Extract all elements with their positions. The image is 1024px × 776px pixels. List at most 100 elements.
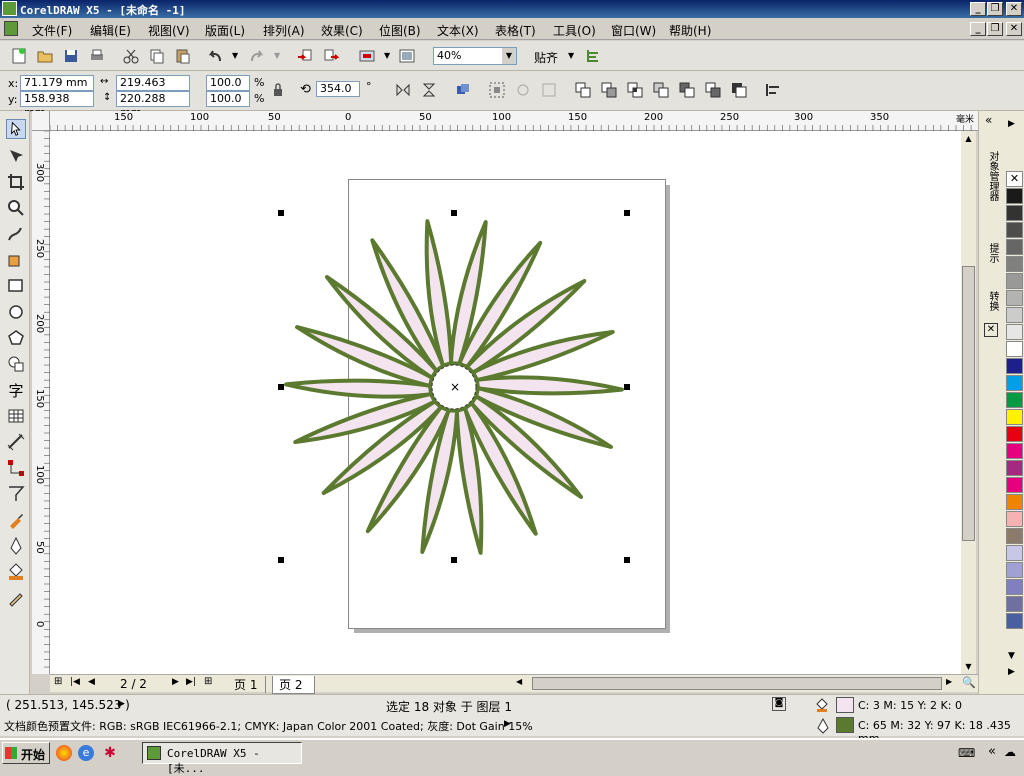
snapshot-icon[interactable]: ◙ <box>772 697 786 711</box>
insert-page-after-icon[interactable]: ⊞ <box>204 676 212 687</box>
palette-swatch[interactable] <box>1006 205 1023 221</box>
last-page-icon[interactable]: ▶| <box>186 677 196 687</box>
snap-to-button[interactable]: 贴齐 <box>534 49 558 66</box>
palette-swatch[interactable] <box>1006 562 1023 578</box>
petal[interactable] <box>284 378 434 399</box>
options-icon[interactable] <box>584 47 602 65</box>
palette-swatch[interactable] <box>1006 341 1023 357</box>
rotation-center-marker[interactable]: × <box>450 380 460 394</box>
ungroup-icon[interactable] <box>488 81 506 99</box>
import-icon[interactable] <box>296 47 314 65</box>
tray-expand-icon[interactable]: « <box>988 744 996 759</box>
undo-dropdown-icon[interactable]: ▼ <box>232 51 238 60</box>
selection-handle[interactable] <box>278 210 284 216</box>
redo-icon[interactable] <box>248 47 266 65</box>
combine-icon[interactable] <box>540 81 558 99</box>
selection-handle[interactable] <box>278 557 284 563</box>
horizontal-scroll-thumb[interactable] <box>532 677 942 690</box>
table-tool-icon[interactable] <box>6 406 26 426</box>
selection-handle[interactable] <box>451 557 457 563</box>
vertical-scrollbar[interactable]: ▲ ▼ <box>961 131 976 674</box>
palette-expand-icon[interactable]: ▶ <box>1008 667 1015 677</box>
welcome-screen-icon[interactable] <box>398 47 416 65</box>
palette-swatch[interactable] <box>1006 443 1023 459</box>
scroll-thumb[interactable] <box>962 266 975 541</box>
palette-swatch[interactable] <box>1006 392 1023 408</box>
menu-effects[interactable]: 效果(C) <box>321 22 363 39</box>
copy-icon[interactable] <box>148 47 166 65</box>
scroll-up-icon[interactable]: ▲ <box>961 131 976 146</box>
doc-close-button[interactable]: ✕ <box>1006 22 1022 36</box>
palette-swatch[interactable] <box>1006 613 1023 629</box>
insert-page-before-icon[interactable]: ⊞ <box>54 676 62 687</box>
fill-tool-icon[interactable] <box>6 562 26 582</box>
palette-swatch[interactable] <box>1006 494 1023 510</box>
outline-color-swatch[interactable] <box>836 717 854 733</box>
freehand-tool-icon[interactable] <box>6 224 26 244</box>
rotation-angle-field[interactable]: 354.0 <box>316 81 360 97</box>
pick-tool-icon[interactable] <box>6 119 26 139</box>
horizontal-ruler[interactable]: 150 100 50 0 50 100 150 200 250 300 350 … <box>50 111 978 131</box>
eyedropper-tool-icon[interactable] <box>6 510 26 530</box>
cut-icon[interactable] <box>122 47 140 65</box>
no-color-swatch[interactable]: ✕ <box>1006 171 1023 187</box>
menu-tools[interactable]: 工具(O) <box>553 22 596 39</box>
export-icon[interactable] <box>322 47 340 65</box>
dimension-tool-icon[interactable] <box>6 432 26 452</box>
mirror-horizontal-icon[interactable] <box>394 81 412 99</box>
zoom-tool-icon[interactable] <box>6 198 26 218</box>
selection-handle[interactable] <box>624 557 630 563</box>
scale-x-field[interactable]: 100.0 <box>206 75 250 91</box>
menu-file[interactable]: 文件(F) <box>32 22 72 39</box>
zoom-level-select[interactable]: 40% ▼ <box>433 47 517 65</box>
page-tab-1[interactable]: 页 1 <box>226 676 267 693</box>
ellipse-tool-icon[interactable] <box>6 302 26 322</box>
palette-swatch[interactable] <box>1006 545 1023 561</box>
snap-dropdown-icon[interactable]: ▼ <box>568 51 574 60</box>
docker-tab-object-manager[interactable]: 对象管理器 <box>985 151 1000 201</box>
menu-window[interactable]: 窗口(W) <box>611 22 656 39</box>
network-tray-icon[interactable]: ☁ <box>1004 745 1016 759</box>
app-quicklaunch-icon[interactable]: ✱ <box>102 745 118 761</box>
back-minus-front-icon[interactable] <box>704 81 722 99</box>
palette-swatch[interactable] <box>1006 358 1023 374</box>
close-button[interactable]: ✕ <box>1006 2 1022 16</box>
group-icon[interactable] <box>454 81 472 99</box>
fill-color-swatch[interactable] <box>836 697 854 713</box>
crop-tool-icon[interactable] <box>6 172 26 192</box>
ruler-corner[interactable] <box>32 111 50 131</box>
polygon-tool-icon[interactable] <box>6 328 26 348</box>
blend-tool-icon[interactable] <box>6 484 26 504</box>
trim-icon[interactable] <box>600 81 618 99</box>
launcher-dropdown-icon[interactable]: ▼ <box>384 51 390 60</box>
taskbar-task-coreldraw[interactable]: CorelDRAW X5 - [未... <box>142 742 302 775</box>
start-button[interactable]: 开始 <box>2 742 50 764</box>
petal[interactable] <box>474 375 624 396</box>
intersect-icon[interactable] <box>626 81 644 99</box>
docker-close-icon[interactable]: ✕ <box>984 323 998 337</box>
open-icon[interactable] <box>36 47 54 65</box>
menu-bitmaps[interactable]: 位图(B) <box>379 22 421 39</box>
paste-icon[interactable] <box>174 47 192 65</box>
palette-swatch[interactable] <box>1006 528 1023 544</box>
previous-page-icon[interactable]: ◀ <box>88 677 95 687</box>
zoom-dropdown-icon[interactable]: ▼ <box>502 48 516 64</box>
palette-swatch[interactable] <box>1006 239 1023 255</box>
menu-text[interactable]: 文本(X) <box>437 22 479 39</box>
width-field[interactable]: 219.463 mm <box>116 75 190 103</box>
browser-quicklaunch-icon[interactable] <box>56 745 72 761</box>
menu-table[interactable]: 表格(T) <box>495 22 536 39</box>
palette-swatch[interactable] <box>1006 511 1023 527</box>
selection-handle[interactable] <box>624 210 630 216</box>
palette-swatch[interactable] <box>1006 460 1023 476</box>
palette-scroll-up-icon[interactable]: ▶ <box>1008 119 1015 129</box>
menu-view[interactable]: 视图(V) <box>148 22 190 39</box>
palette-swatch[interactable] <box>1006 477 1023 493</box>
next-page-icon[interactable]: ▶ <box>172 677 179 687</box>
application-launcher-icon[interactable] <box>358 47 376 65</box>
palette-swatch[interactable] <box>1006 307 1023 323</box>
smart-fill-tool-icon[interactable] <box>6 250 26 270</box>
palette-swatch[interactable] <box>1006 596 1023 612</box>
palette-swatch[interactable] <box>1006 188 1023 204</box>
create-boundary-icon[interactable] <box>730 81 748 99</box>
